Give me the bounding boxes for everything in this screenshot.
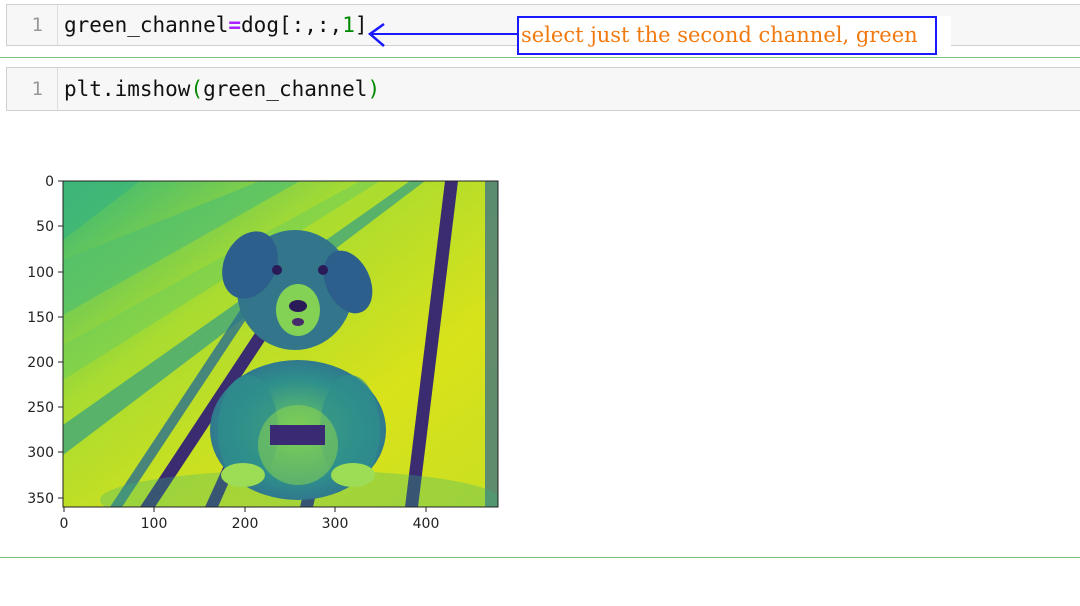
code-variable: green_channel bbox=[64, 13, 229, 37]
imshow-output-plot: 0 50 100 150 200 250 300 350 0 100 200 3… bbox=[27, 174, 499, 532]
y-tick-label: 50 bbox=[36, 219, 54, 235]
x-tick-label: 400 bbox=[413, 516, 440, 532]
cell-prompt-number: 1 bbox=[7, 68, 58, 110]
code-line[interactable]: plt.imshow(green_channel) bbox=[64, 68, 380, 110]
code-argument: green_channel bbox=[203, 77, 368, 101]
y-tick-label: 200 bbox=[27, 355, 54, 371]
code-function: plt.imshow bbox=[64, 77, 191, 101]
annotation-arrow-icon bbox=[367, 22, 517, 47]
x-tick-label: 200 bbox=[232, 516, 259, 532]
code-cell-2[interactable]: 1 plt.imshow(green_channel) bbox=[6, 67, 1080, 111]
y-tick-label: 250 bbox=[27, 400, 54, 416]
code-paren-close: ) bbox=[367, 77, 381, 101]
code-expression: dog[:,:, bbox=[241, 13, 343, 37]
x-tick-label: 100 bbox=[141, 516, 168, 532]
code-operator: = bbox=[228, 13, 242, 37]
x-tick-label: 300 bbox=[322, 516, 349, 532]
x-tick-label: 0 bbox=[60, 516, 69, 532]
cell-separator bbox=[0, 57, 1080, 58]
code-paren-open: ( bbox=[190, 77, 204, 101]
code-line[interactable]: green_channel=dog[:,:,1] bbox=[64, 5, 368, 45]
y-tick-label: 0 bbox=[45, 174, 54, 190]
y-tick-label: 300 bbox=[27, 445, 54, 461]
y-axis: 0 50 100 150 200 250 300 350 bbox=[27, 174, 63, 507]
code-number: 1 bbox=[342, 13, 355, 37]
viridis-dog-image bbox=[63, 181, 498, 507]
cell-separator bbox=[0, 557, 1080, 558]
y-tick-label: 150 bbox=[27, 310, 54, 326]
cell-prompt-number: 1 bbox=[7, 5, 58, 45]
y-tick-label: 350 bbox=[27, 491, 54, 507]
annotation-callout: select just the second channel, green bbox=[517, 16, 937, 55]
x-axis: 0 100 200 300 400 bbox=[60, 507, 440, 532]
annotation-backdrop bbox=[937, 16, 951, 46]
y-tick-label: 100 bbox=[27, 265, 54, 281]
